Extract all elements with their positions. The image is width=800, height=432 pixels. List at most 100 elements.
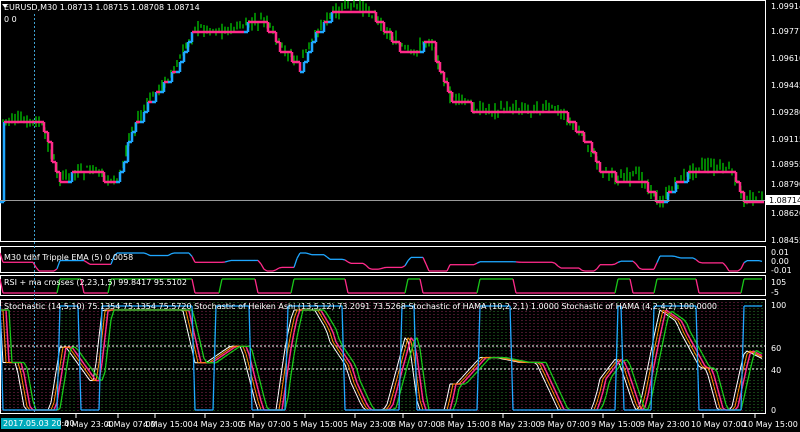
tema-segment xyxy=(743,260,748,264)
stoch-segment xyxy=(524,360,529,363)
tema-segment xyxy=(401,265,406,268)
tema-segment xyxy=(296,252,301,259)
stoch-segment xyxy=(83,363,88,369)
stoch-segment xyxy=(20,373,25,391)
tema-segment xyxy=(170,252,175,255)
tema-segment xyxy=(191,256,196,263)
tema-segment xyxy=(188,252,193,257)
stoch-segment xyxy=(698,360,703,367)
tema-segment xyxy=(347,261,352,264)
stoch-segment xyxy=(392,393,397,405)
time-tick: 5 May 15:00 xyxy=(293,420,343,429)
stoch-segment xyxy=(707,375,712,387)
stoch-segment xyxy=(635,394,640,405)
stoch-segment xyxy=(506,358,511,361)
tema-segment xyxy=(86,261,91,265)
stoch-segment xyxy=(599,374,604,380)
stoch-segment xyxy=(632,385,637,396)
stoch-segment xyxy=(455,388,460,403)
stoch-segment xyxy=(482,361,487,366)
stoch-segment xyxy=(608,362,613,368)
stoch-segment xyxy=(323,320,328,327)
stoch-segment xyxy=(218,358,223,362)
tema-segment xyxy=(554,262,559,267)
rsi-segment xyxy=(629,278,634,294)
stoch-segment xyxy=(215,353,220,357)
stoch-segment xyxy=(629,394,634,404)
stoch-segment xyxy=(365,393,370,401)
time-tick: 8 May 15:00 xyxy=(440,420,490,429)
stoch-segment xyxy=(593,391,598,403)
rsi-tick: 105 xyxy=(771,278,786,287)
stoch-segment xyxy=(671,313,676,317)
stoch-segment xyxy=(716,371,721,383)
stoch-segment xyxy=(653,370,658,386)
rsi-segment xyxy=(344,278,349,294)
stoch-segment xyxy=(215,357,220,361)
stoch-segment xyxy=(623,376,628,386)
price-tick: 1.09115 xyxy=(771,135,800,144)
stoch-segment xyxy=(656,322,661,337)
time-tick: 10 May 15:00 xyxy=(743,420,798,429)
stoch-segment xyxy=(74,359,79,365)
time-tick: 4 May 23:00 xyxy=(193,420,243,429)
stoch-segment xyxy=(320,315,325,321)
stoch-segment xyxy=(362,386,367,394)
tema-segment xyxy=(722,262,727,267)
tema-segment xyxy=(476,261,481,264)
tema-tick: 0.00 xyxy=(771,257,789,266)
stoch-segment xyxy=(347,353,352,359)
main-chart-title: EURUSD,M30 1.08713 1.08715 1.08708 1.087… xyxy=(4,3,200,12)
stoch-segment xyxy=(332,332,337,343)
stoch-segment xyxy=(470,374,475,379)
stoch-segment xyxy=(86,362,91,368)
time-axis: 4 May 23:004 May 07:004 May 15:00 4 May 2… xyxy=(64,414,798,429)
hama-stoch-segment xyxy=(695,305,700,411)
stoch-segment xyxy=(83,357,88,363)
stoch-segment xyxy=(416,378,421,401)
tema-segment xyxy=(344,259,349,263)
stoch-segment xyxy=(518,359,523,362)
price-tick: 1.09914 xyxy=(771,2,800,11)
stoch-segment xyxy=(683,332,688,339)
stoch-segment xyxy=(290,318,295,333)
stoch-segment xyxy=(632,394,637,404)
stoch-segment xyxy=(674,312,679,317)
stoch-segment xyxy=(407,352,412,364)
stoch-segment xyxy=(50,383,55,403)
stoch-segment xyxy=(335,350,340,356)
stoch-tick: 0 xyxy=(771,406,776,415)
current-price-label: 1.08714 xyxy=(769,196,800,205)
stoch-segment xyxy=(287,374,292,398)
stoch-segment xyxy=(596,401,601,411)
price-tick: 1.08955 xyxy=(771,160,800,169)
stoch-segment xyxy=(521,360,526,363)
stoch-segment xyxy=(251,377,256,390)
stoch-tick: 100 xyxy=(771,301,786,310)
stoch-segment xyxy=(689,349,694,356)
stoch-segment xyxy=(104,345,109,372)
main-price-panel[interactable] xyxy=(0,0,766,242)
stoch-segment xyxy=(674,315,679,320)
stoch-segment xyxy=(101,371,106,381)
rsi-segment xyxy=(614,278,619,294)
tema-segment xyxy=(617,260,622,263)
price-tick: 1.09445 xyxy=(771,81,800,90)
tema-segment xyxy=(380,267,385,270)
trading-chart[interactable]: EURUSD,M30 1.08713 1.08715 1.08708 1.087… xyxy=(0,0,800,432)
tema-segment xyxy=(365,264,370,269)
stoch-segment xyxy=(515,358,520,361)
stoch-segment xyxy=(422,400,427,411)
time-tick: 9 May 15:00 xyxy=(591,420,641,429)
tema-segment xyxy=(596,264,601,270)
stoch-segment xyxy=(644,380,649,396)
stoch-segment xyxy=(659,322,664,337)
tema-segment xyxy=(143,252,148,255)
stoch-segment xyxy=(251,350,256,363)
stoch-segment xyxy=(5,309,10,363)
tema-segment xyxy=(611,263,616,266)
tema-segment xyxy=(446,264,451,272)
stoch-segment xyxy=(224,353,229,358)
tema-segment xyxy=(473,262,478,266)
stoch-segment xyxy=(512,358,517,361)
